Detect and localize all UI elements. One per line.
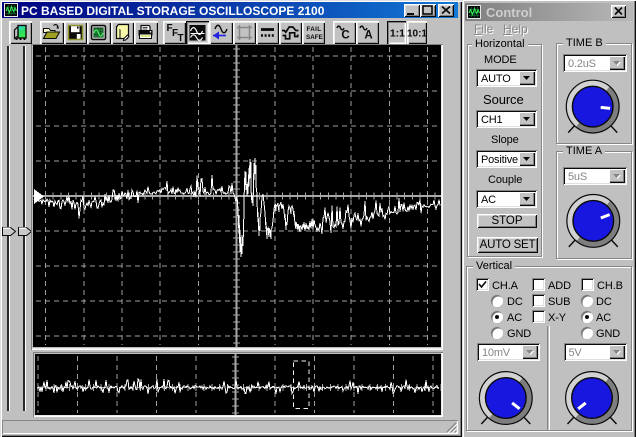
svg-text:SAFE: SAFE — [306, 34, 323, 41]
svg-text:10:1: 10:1 — [407, 28, 427, 39]
svg-text:T: T — [178, 33, 184, 44]
svg-text:1:1: 1:1 — [389, 28, 404, 39]
svg-text:A: A — [365, 29, 373, 41]
svg-text:FAIL: FAIL — [307, 26, 322, 33]
svg-text:C: C — [341, 29, 349, 41]
